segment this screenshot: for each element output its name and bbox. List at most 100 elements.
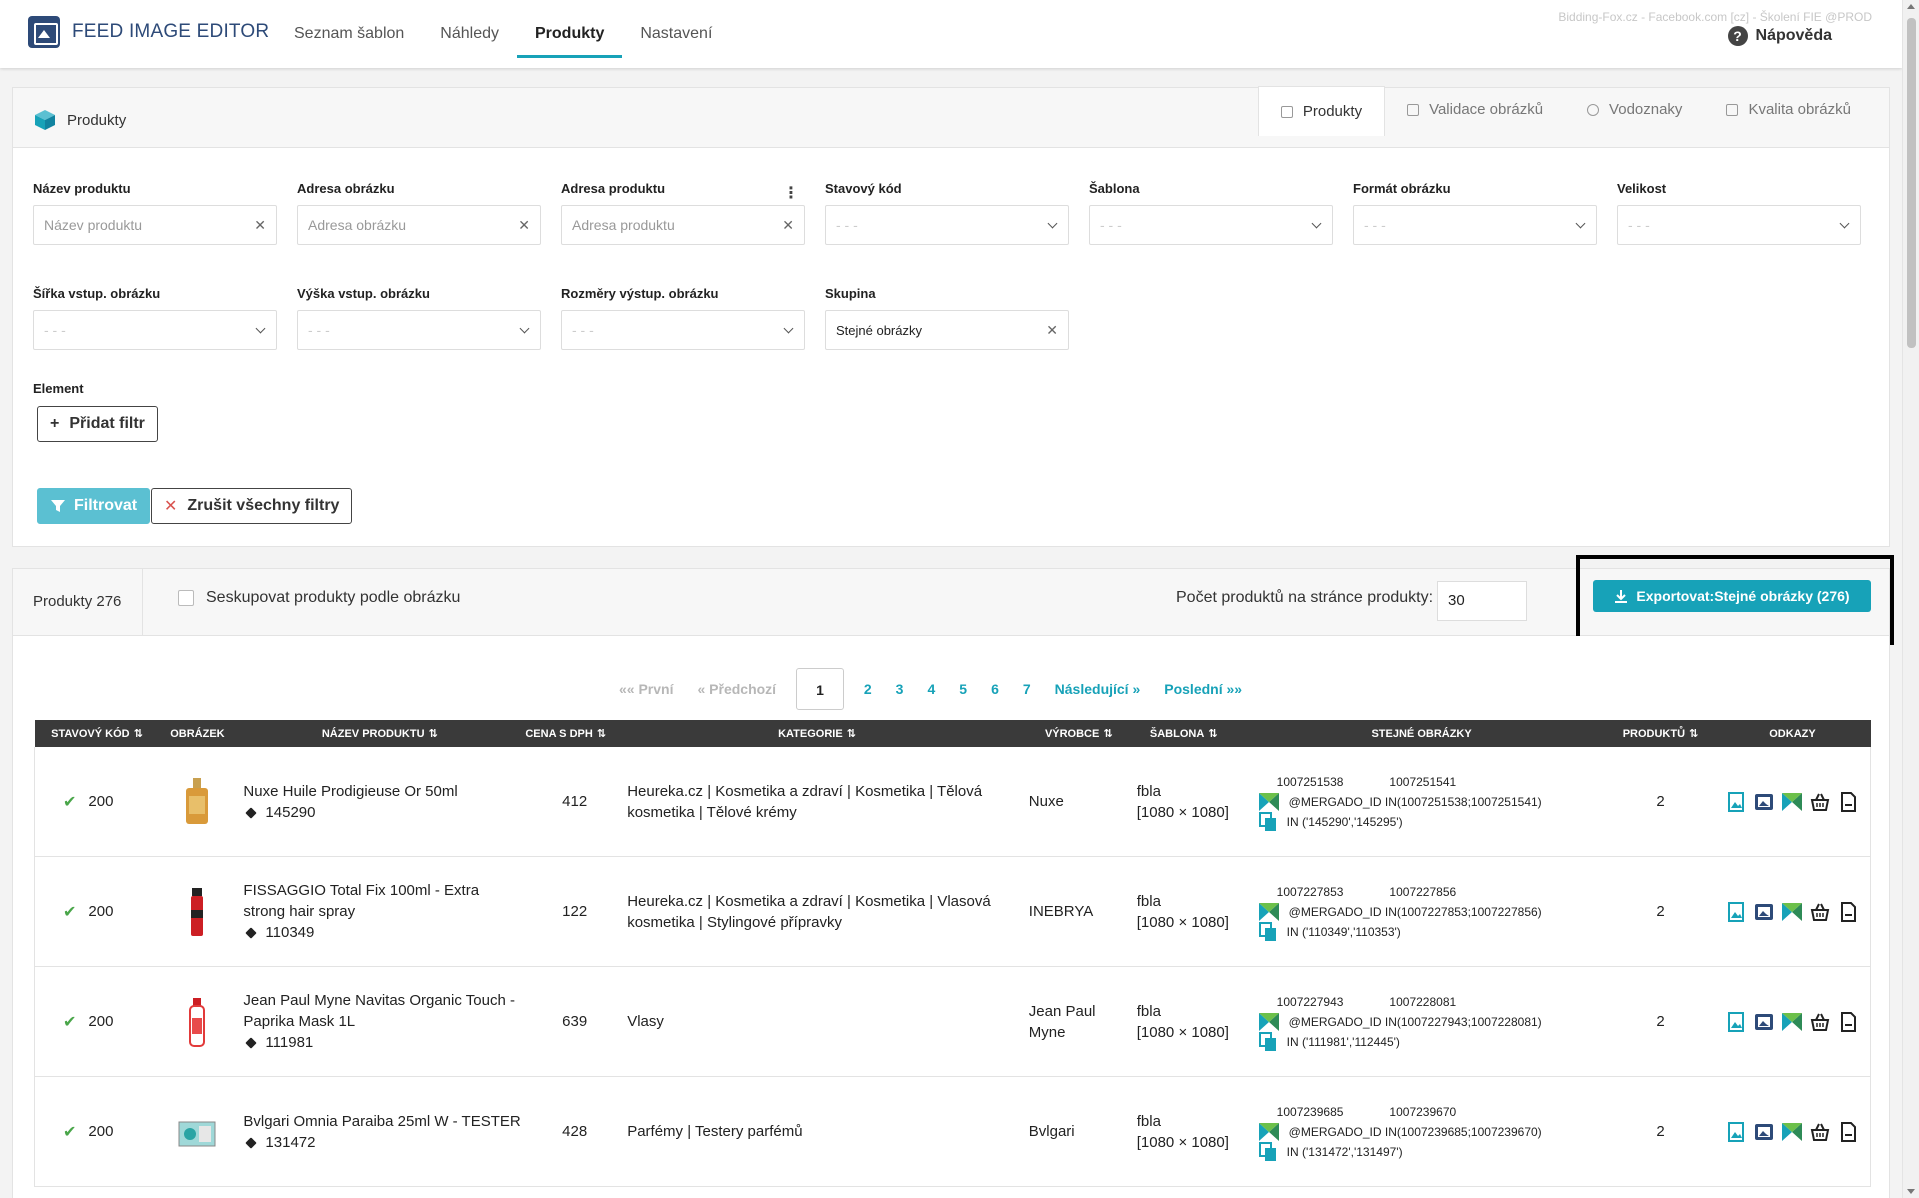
- col-nazev-produktu[interactable]: Název produktu ⇅: [235, 720, 525, 747]
- scroll-down-arrow-icon[interactable]: [1907, 1189, 1915, 1194]
- same-image-id[interactable]: 1007239685: [1277, 1105, 1344, 1119]
- basket-icon[interactable]: [1810, 792, 1830, 812]
- sirka-select[interactable]: - - -: [33, 310, 277, 350]
- scrollbar-thumb[interactable]: [1907, 18, 1916, 348]
- basket-icon[interactable]: [1810, 1122, 1830, 1142]
- tab-vodoznaky[interactable]: Vodoznaky: [1565, 86, 1704, 134]
- table-row[interactable]: ✔ 200 Jean Paul Myne Navitas Organic Touc…: [34, 966, 1872, 1077]
- image-file-icon[interactable]: [1726, 1121, 1746, 1142]
- col-kategorie[interactable]: Kategorie ⇅: [607, 720, 1027, 747]
- tab-validace-obrazku[interactable]: Validace obrázků: [1385, 86, 1565, 134]
- csv-file-icon[interactable]: [1838, 1121, 1858, 1142]
- tab-produkty[interactable]: Produkty: [1257, 86, 1386, 136]
- clear-icon[interactable]: ✕: [782, 206, 794, 244]
- pager-page-3[interactable]: 3: [896, 668, 904, 710]
- image-frame-icon[interactable]: [1754, 1122, 1774, 1142]
- adresa-produktu-input[interactable]: Adresa produktu ✕: [561, 205, 805, 245]
- sort-icon[interactable]: ⇅: [847, 727, 856, 740]
- same-image-id[interactable]: 1007228081: [1389, 995, 1456, 1009]
- group-by-image-checkbox[interactable]: Seskupovat produkty podle obrázku: [178, 589, 460, 607]
- copy-icon[interactable]: [1258, 1141, 1277, 1162]
- nav-seznam-sablon[interactable]: Seznam šablon: [276, 0, 422, 68]
- image-file-icon[interactable]: [1726, 791, 1746, 812]
- product-thumbnail[interactable]: [177, 996, 217, 1048]
- image-frame-icon[interactable]: [1754, 1012, 1774, 1032]
- col-stavovy-kod[interactable]: Stavový kód ⇅: [34, 720, 160, 747]
- mergado-icon[interactable]: [1258, 1122, 1279, 1141]
- same-image-id[interactable]: 1007227856: [1389, 885, 1456, 899]
- col-sablona[interactable]: Šablona ⇅: [1130, 720, 1237, 747]
- pager-page-2[interactable]: 2: [864, 668, 872, 710]
- mergado-link-icon[interactable]: [1782, 1012, 1803, 1032]
- nav-nastaveni[interactable]: Nastavení: [622, 0, 730, 68]
- copy-icon[interactable]: [1258, 1031, 1277, 1052]
- same-image-id[interactable]: 1007239670: [1389, 1105, 1456, 1119]
- col-cena[interactable]: Cena s DPH ⇅: [524, 720, 608, 747]
- sort-icon[interactable]: ⇅: [1103, 727, 1112, 740]
- image-frame-icon[interactable]: [1754, 902, 1774, 922]
- pager-page-7[interactable]: 7: [1023, 668, 1031, 710]
- basket-icon[interactable]: [1810, 1012, 1830, 1032]
- velikost-select[interactable]: - - -: [1617, 205, 1861, 245]
- same-image-id[interactable]: 1007227853: [1277, 885, 1344, 899]
- page-scrollbar[interactable]: [1902, 0, 1919, 1198]
- vyska-select[interactable]: - - -: [297, 310, 541, 350]
- mergado-icon[interactable]: [1258, 1012, 1279, 1031]
- nazev-produktu-input[interactable]: Název produktu ✕: [33, 205, 277, 245]
- csv-file-icon[interactable]: [1838, 901, 1858, 922]
- sort-icon[interactable]: ⇅: [597, 727, 606, 740]
- mergado-link-icon[interactable]: [1782, 792, 1803, 812]
- pager-next[interactable]: Následující »: [1055, 668, 1141, 710]
- csv-file-icon[interactable]: [1838, 791, 1858, 812]
- clear-all-filters-button[interactable]: ✕ Zrušit všechny filtry: [151, 488, 353, 524]
- stavovy-kod-select[interactable]: - - -: [825, 205, 1069, 245]
- clear-icon[interactable]: ✕: [254, 206, 266, 244]
- adresa-obrazku-input[interactable]: Adresa obrázku ✕: [297, 205, 541, 245]
- image-file-icon[interactable]: [1726, 901, 1746, 922]
- nav-produkty[interactable]: Produkty: [517, 0, 623, 68]
- copy-icon[interactable]: [1258, 811, 1277, 832]
- col-vyrobce[interactable]: Výrobce ⇅: [1026, 720, 1131, 747]
- product-thumbnail[interactable]: [177, 886, 217, 938]
- pager-prev[interactable]: « Předchozí: [697, 668, 776, 710]
- image-frame-icon[interactable]: [1754, 792, 1774, 812]
- mergado-link-icon[interactable]: [1782, 1122, 1803, 1142]
- pager-first[interactable]: «« První: [619, 668, 673, 710]
- col-produktu[interactable]: Produktů ⇅: [1606, 720, 1715, 747]
- mergado-link-icon[interactable]: [1782, 902, 1803, 922]
- product-name[interactable]: FISSAGGIO Total Fix 100ml - Extra strong…: [243, 880, 524, 922]
- pager-last[interactable]: Poslední »»: [1164, 668, 1242, 710]
- add-filter-button[interactable]: + Přidat filtr: [37, 406, 158, 442]
- sort-icon[interactable]: ⇅: [1208, 727, 1217, 740]
- product-name[interactable]: Bvlgari Omnia Paraiba 25ml W - TESTER: [243, 1111, 524, 1132]
- per-page-input[interactable]: 30: [1437, 581, 1527, 621]
- image-file-icon[interactable]: [1726, 1011, 1746, 1032]
- pager-page-4[interactable]: 4: [927, 668, 935, 710]
- sablona-select[interactable]: - - -: [1089, 205, 1333, 245]
- help-link[interactable]: ? Nápověda: [1727, 26, 1832, 46]
- product-name[interactable]: Nuxe Huile Prodigieuse Or 50ml: [243, 781, 524, 802]
- checkbox[interactable]: [178, 590, 194, 606]
- product-thumbnail[interactable]: [177, 1106, 217, 1158]
- sort-icon[interactable]: ⇅: [429, 727, 438, 740]
- export-button[interactable]: Exportovat:Stejné obrázky (276): [1593, 580, 1871, 612]
- sort-icon[interactable]: ⇅: [1689, 727, 1698, 740]
- csv-file-icon[interactable]: [1838, 1011, 1858, 1032]
- kebab-menu-icon[interactable]: ⋮: [783, 183, 799, 203]
- sort-icon[interactable]: ⇅: [134, 727, 143, 740]
- clear-icon[interactable]: ✕: [518, 206, 530, 244]
- same-image-id[interactable]: 1007251541: [1389, 775, 1456, 789]
- mergado-icon[interactable]: [1258, 902, 1279, 921]
- table-row[interactable]: ✔ 200 Bvlgari Omnia Paraiba 25ml W - TEST…: [34, 1076, 1872, 1187]
- pager-page-1[interactable]: 1: [796, 668, 844, 710]
- mergado-icon[interactable]: [1258, 792, 1279, 811]
- table-row[interactable]: ✔ 200 FISSAGGIO Total Fix 100ml - Extra s…: [34, 856, 1872, 967]
- same-image-id[interactable]: 1007227943: [1277, 995, 1344, 1009]
- pager-page-5[interactable]: 5: [959, 668, 967, 710]
- table-row[interactable]: ✔ 200 Nuxe Huile Prodigieuse Or 50ml 14529…: [34, 747, 1872, 857]
- basket-icon[interactable]: [1810, 902, 1830, 922]
- product-name[interactable]: Jean Paul Myne Navitas Organic Touch - P…: [243, 990, 524, 1032]
- nav-nahledy[interactable]: Náhledy: [422, 0, 517, 68]
- tab-kvalita-obrazku[interactable]: Kvalita obrázků: [1704, 86, 1873, 134]
- scroll-up-arrow-icon[interactable]: [1907, 4, 1915, 9]
